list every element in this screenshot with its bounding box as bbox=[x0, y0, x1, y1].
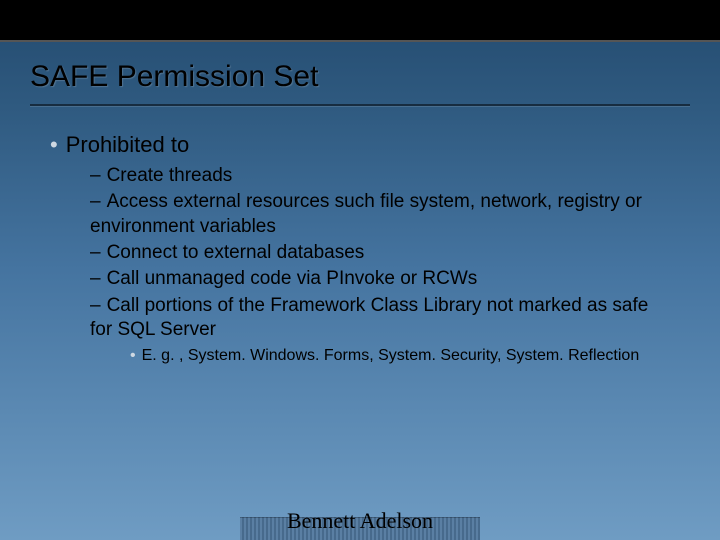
sub-list-item: • E. g. , System. Windows. Forms, System.… bbox=[130, 346, 670, 367]
dash-icon: – bbox=[90, 191, 101, 212]
dash-icon: – bbox=[90, 268, 101, 289]
bullet-dot-icon: • bbox=[50, 132, 58, 157]
list-item: –Create threads bbox=[90, 164, 670, 188]
bullet-heading: • Prohibited to bbox=[50, 132, 670, 158]
list-item: –Access external resources such file sys… bbox=[90, 190, 670, 239]
list-item: –Call portions of the Framework Class Li… bbox=[90, 294, 670, 343]
item-text: Call portions of the Framework Class Lib… bbox=[90, 295, 648, 340]
subitem-text: E. g. , System. Windows. Forms, System. … bbox=[142, 347, 640, 364]
top-black-bar bbox=[0, 0, 720, 40]
footer: Bennett Adelson bbox=[0, 508, 720, 534]
item-text: Access external resources such file syst… bbox=[90, 191, 642, 236]
heading-text: Prohibited to bbox=[66, 132, 190, 157]
list-item: –Call unmanaged code via PInvoke or RCWs bbox=[90, 267, 670, 291]
footer-text: Bennett Adelson bbox=[287, 508, 433, 533]
dash-icon: – bbox=[90, 165, 101, 186]
item-text: Connect to external databases bbox=[107, 242, 365, 263]
item-text: Call unmanaged code via PInvoke or RCWs bbox=[107, 268, 478, 289]
slide-title: SAFE Permission Set bbox=[0, 42, 720, 94]
slide-content: •Prohibited to –Create threads –Access e… bbox=[0, 106, 720, 367]
dash-icon: – bbox=[90, 242, 101, 263]
item-text: Create threads bbox=[107, 165, 233, 186]
slide: SAFE Permission Set •Prohibited to –Crea… bbox=[0, 0, 720, 540]
dash-icon: – bbox=[90, 295, 101, 316]
list-item: –Connect to external databases bbox=[90, 241, 670, 265]
bullet-dot-icon: • bbox=[130, 347, 136, 364]
